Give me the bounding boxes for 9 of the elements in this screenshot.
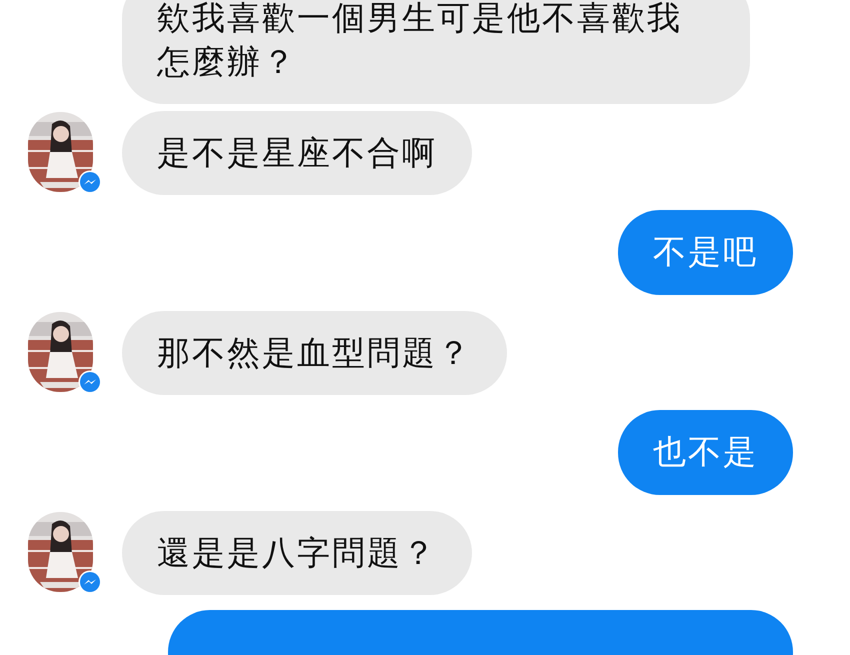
received-message: 那不然是血型問題？ bbox=[122, 311, 507, 395]
messenger-badge-icon bbox=[78, 570, 102, 594]
received-message: 是不是星座不合啊 bbox=[122, 111, 472, 195]
sent-message: 也不是 bbox=[618, 410, 793, 495]
messenger-badge-icon bbox=[78, 170, 102, 194]
sent-message: 不是吧 bbox=[618, 210, 793, 295]
received-message: 還是是八字問題？ bbox=[122, 511, 472, 595]
received-message: 欸我喜歡一個男生可是他不喜歡我怎麼辦？ bbox=[122, 0, 750, 104]
messenger-badge-icon bbox=[78, 370, 102, 394]
